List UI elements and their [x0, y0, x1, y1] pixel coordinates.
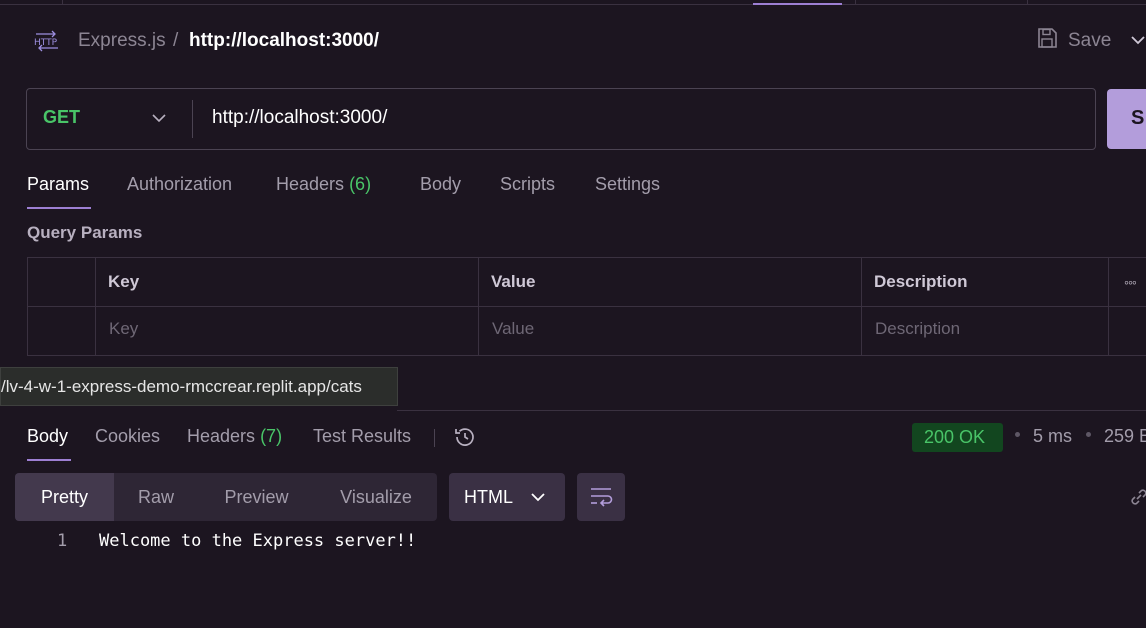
wrap-lines-button[interactable]	[577, 473, 625, 521]
active-tab-underline	[27, 207, 91, 209]
tab-scripts[interactable]: Scripts	[500, 174, 555, 195]
key-input[interactable]: Key	[109, 319, 138, 339]
separator-dot	[1015, 432, 1020, 437]
method-select[interactable]: GET	[43, 107, 80, 128]
active-tab-indicator	[753, 3, 842, 5]
url-input[interactable]: http://localhost:3000/	[212, 107, 387, 129]
request-title[interactable]: http://localhost:3000/	[189, 30, 379, 52]
response-tab-test-results[interactable]: Test Results	[313, 426, 411, 447]
status-badge[interactable]: 200 OK	[912, 423, 1003, 452]
line-number: 1	[57, 531, 68, 551]
separator-dot	[1086, 432, 1091, 437]
format-label: HTML	[464, 487, 513, 507]
view-preview-button[interactable]: Preview	[198, 473, 315, 521]
value-input[interactable]: Value	[492, 319, 534, 339]
chevron-down-icon[interactable]	[151, 110, 167, 126]
row-divider	[28, 306, 1146, 307]
breadcrumb-collection[interactable]: Express.js	[78, 30, 166, 52]
save-icon	[1036, 27, 1058, 55]
breadcrumb-separator: /	[173, 30, 179, 51]
pane-divider[interactable]	[397, 410, 1146, 411]
url-tooltip: /lv-4-w-1-express-demo-rmccrear.replit.a…	[0, 367, 398, 406]
svg-text:HTTP: HTTP	[34, 38, 58, 48]
response-tab-headers[interactable]: Headers (7)	[187, 426, 282, 447]
wrap-lines-icon	[577, 488, 625, 525]
query-params-title: Query Params	[27, 223, 143, 242]
tab-body[interactable]: Body	[420, 174, 461, 195]
params-table: Key Value Description ◦◦◦ Key Value Desc…	[27, 257, 1146, 356]
tab-headers[interactable]: Headers (6)	[276, 174, 371, 195]
http-icon: HTTP	[33, 28, 61, 52]
tab-authorization[interactable]: Authorization	[127, 174, 232, 195]
active-tab-underline	[27, 459, 71, 461]
more-options-icon[interactable]: ◦◦◦	[1124, 274, 1137, 290]
format-select[interactable]: HTML	[449, 473, 565, 521]
chevron-down-icon[interactable]	[1130, 30, 1146, 50]
tab-divider	[855, 0, 856, 5]
history-icon[interactable]	[453, 425, 477, 449]
tab-params[interactable]: Params	[27, 174, 89, 195]
column-header-key: Key	[108, 272, 140, 291]
tab-settings[interactable]: Settings	[595, 174, 660, 195]
tab-strip	[0, 0, 1146, 5]
column-header-description: Description	[874, 272, 968, 291]
view-raw-button[interactable]: Raw	[114, 473, 198, 521]
view-visualize-button[interactable]: Visualize	[315, 473, 437, 521]
description-input[interactable]: Description	[875, 319, 960, 339]
chevron-down-icon	[530, 489, 546, 505]
tab-divider	[62, 0, 63, 5]
column-header-value: Value	[491, 272, 536, 291]
headers-count: (6)	[349, 174, 372, 194]
response-tab-body[interactable]: Body	[27, 426, 68, 447]
response-tab-cookies[interactable]: Cookies	[95, 426, 160, 447]
response-headers-count: (7)	[260, 426, 283, 446]
tab-divider	[1027, 0, 1028, 5]
save-button[interactable]: Save	[1036, 28, 1111, 54]
url-bar	[26, 88, 1096, 150]
view-mode-group: Pretty Raw Preview Visualize	[15, 473, 437, 521]
divider	[192, 100, 193, 138]
divider	[434, 429, 435, 447]
response-body-line[interactable]: Welcome to the Express server!!	[99, 531, 416, 551]
response-size[interactable]: 259 B	[1104, 426, 1146, 447]
response-time[interactable]: 5 ms	[1033, 426, 1072, 447]
link-icon[interactable]	[1128, 486, 1146, 508]
send-button[interactable]: S	[1107, 89, 1146, 149]
save-label: Save	[1068, 30, 1112, 51]
view-pretty-button[interactable]: Pretty	[15, 473, 114, 521]
